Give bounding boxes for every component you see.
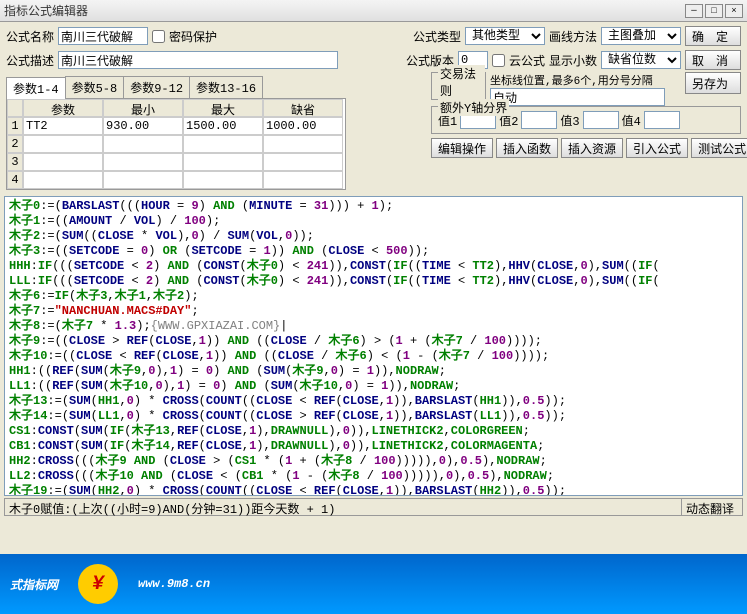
- edit-op-button[interactable]: 编辑操作: [431, 138, 493, 158]
- tab-params-9-12[interactable]: 参数9-12: [123, 76, 190, 98]
- trade-legend: 交易法则: [438, 65, 485, 99]
- footer-left: 式指标网: [10, 576, 58, 593]
- param-rownum: 4: [7, 171, 23, 189]
- draw-label: 画线方法: [549, 28, 597, 45]
- param-cell[interactable]: [183, 171, 263, 189]
- param-cell[interactable]: [183, 153, 263, 171]
- v2-input[interactable]: [521, 111, 557, 129]
- param-header: [7, 99, 23, 117]
- param-header: 最小: [103, 99, 183, 117]
- ok-button[interactable]: 确 定: [685, 26, 741, 46]
- desc-input[interactable]: [58, 51, 338, 69]
- minimize-icon[interactable]: ─: [685, 4, 703, 18]
- type-label: 公式类型: [413, 28, 461, 45]
- footer-banner: 式指标网 ¥ www.9m8.cn: [0, 554, 747, 614]
- param-header: 参数: [23, 99, 103, 117]
- param-cell[interactable]: [103, 153, 183, 171]
- dec-select[interactable]: 缺省位数: [601, 51, 681, 69]
- v3-label: 值3: [560, 112, 579, 129]
- param-cell[interactable]: [23, 135, 103, 153]
- logo-icon: ¥: [78, 564, 118, 604]
- saveas-button[interactable]: 另存为: [685, 72, 741, 94]
- param-cell[interactable]: [183, 135, 263, 153]
- name-label: 公式名称: [6, 28, 54, 45]
- right-panel: 交易法则 无 坐标线位置,最多6个,用分号分隔 另存为 额外Y轴分界 值1 值2…: [431, 72, 741, 158]
- param-cell[interactable]: [23, 153, 103, 171]
- param-cell[interactable]: 930.00: [103, 117, 183, 135]
- param-cell[interactable]: 1500.00: [183, 117, 263, 135]
- extra-legend: 额外Y轴分界: [438, 99, 509, 116]
- param-rownum: 1: [7, 117, 23, 135]
- desc-label: 公式描述: [6, 52, 54, 69]
- v3-input[interactable]: [583, 111, 619, 129]
- password-checkbox[interactable]: [152, 30, 165, 43]
- cloud-checkbox[interactable]: [492, 54, 505, 67]
- param-cell[interactable]: 1000.00: [263, 117, 343, 135]
- footer-url: www.9m8.cn: [138, 577, 210, 591]
- coord-label: 坐标线位置,最多6个,用分号分隔: [490, 72, 681, 88]
- param-cell[interactable]: [23, 171, 103, 189]
- tab-params-5-8[interactable]: 参数5-8: [65, 76, 125, 98]
- code-editor[interactable]: 木子0:=(BARSLAST(((HOUR = 9) AND (MINUTE =…: [4, 196, 743, 496]
- coord-input[interactable]: [490, 88, 665, 106]
- status-right: 动态翻译: [682, 499, 742, 515]
- tab-params-1-4[interactable]: 参数1-4: [6, 77, 66, 99]
- password-label: 密码保护: [169, 28, 217, 45]
- param-header: 缺省: [263, 99, 343, 117]
- param-grid[interactable]: 参数最小最大缺省 1TT2930.001500.001000.00 234: [6, 98, 346, 190]
- v4-label: 值4: [622, 112, 641, 129]
- param-header: 最大: [183, 99, 263, 117]
- status-left: 木子0赋值:(上次((小时=9)AND(分钟=31))距今天数 + 1): [5, 499, 682, 515]
- status-bar: 木子0赋值:(上次((小时=9)AND(分钟=31))距今天数 + 1) 动态翻…: [4, 498, 743, 516]
- param-cell[interactable]: [103, 135, 183, 153]
- import-button[interactable]: 引入公式: [626, 138, 688, 158]
- dec-label: 显示小数: [549, 52, 597, 69]
- param-cell[interactable]: [263, 153, 343, 171]
- cloud-label: 云公式: [509, 52, 545, 69]
- draw-select[interactable]: 主图叠加: [601, 27, 681, 45]
- close-icon[interactable]: ×: [725, 4, 743, 18]
- param-cell[interactable]: [263, 171, 343, 189]
- name-input[interactable]: [58, 27, 148, 45]
- titlebar: 指标公式编辑器 ─ □ ×: [0, 0, 747, 22]
- test-button[interactable]: 测试公式: [691, 138, 747, 158]
- tab-params-13-16[interactable]: 参数13-16: [189, 76, 263, 98]
- type-select[interactable]: 其他类型: [465, 27, 545, 45]
- param-cell[interactable]: TT2: [23, 117, 103, 135]
- cancel-button[interactable]: 取 消: [685, 50, 741, 70]
- insert-res-button[interactable]: 插入资源: [561, 138, 623, 158]
- param-cell[interactable]: [103, 171, 183, 189]
- maximize-icon[interactable]: □: [705, 4, 723, 18]
- param-tabs: 参数1-4 参数5-8 参数9-12 参数13-16: [6, 76, 356, 98]
- v4-input[interactable]: [644, 111, 680, 129]
- param-rownum: 2: [7, 135, 23, 153]
- param-rownum: 3: [7, 153, 23, 171]
- window-title: 指标公式编辑器: [4, 2, 683, 19]
- insert-func-button[interactable]: 插入函数: [496, 138, 558, 158]
- param-cell[interactable]: [263, 135, 343, 153]
